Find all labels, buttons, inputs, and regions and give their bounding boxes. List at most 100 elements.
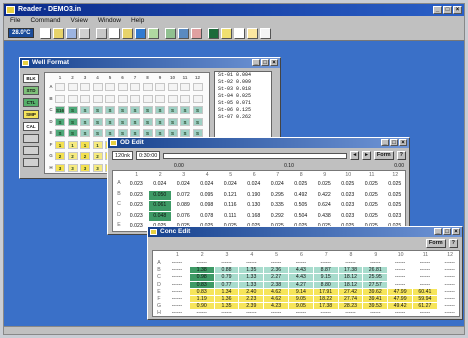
grid-cell[interactable]: ------	[438, 303, 459, 309]
grid-cell[interactable]: ------	[413, 310, 437, 316]
grid-cell[interactable]: ------	[314, 310, 338, 316]
grid-cell[interactable]: ------	[190, 260, 214, 266]
grid-cell[interactable]: 0.078	[196, 212, 219, 222]
plate-well[interactable]: 1	[80, 140, 90, 149]
grid-cell[interactable]: ------	[314, 260, 338, 266]
grid-cell[interactable]: 1.19	[189, 296, 214, 303]
grid-cell[interactable]: 9.14	[289, 288, 313, 295]
plate-well[interactable]: S	[142, 129, 153, 137]
grid-cell[interactable]: ------	[438, 310, 459, 316]
grid-cell[interactable]: 0.025	[384, 180, 406, 190]
plate-well[interactable]: S	[117, 129, 128, 137]
plate-well[interactable]: S	[67, 129, 78, 137]
grid-cell[interactable]: 18.22	[313, 296, 338, 303]
grid-cell[interactable]: 49.42	[388, 303, 412, 310]
maximize-button[interactable]: □	[390, 139, 398, 146]
plate-well[interactable]: 2	[55, 152, 65, 160]
grid-cell[interactable]: 0.023	[125, 212, 148, 222]
grid-cell[interactable]: 0.048	[148, 211, 171, 221]
grid-cell[interactable]: 0.024	[149, 180, 172, 190]
grid-cell[interactable]: 26.81	[363, 267, 388, 274]
menu-item-window[interactable]: Window	[98, 16, 121, 26]
grid-cell[interactable]: 4.62	[264, 288, 288, 295]
grid-cell[interactable]: 0.024	[243, 180, 266, 190]
grid-cell[interactable]: ------	[363, 310, 387, 316]
grid-cell[interactable]: ------	[264, 310, 288, 316]
grid-cell[interactable]: ------	[239, 310, 263, 316]
plate-well[interactable]	[92, 83, 103, 91]
grid-cell[interactable]: 47.99	[388, 288, 412, 295]
grid-cell[interactable]: 27.42	[338, 288, 363, 295]
grid-icon[interactable]	[165, 27, 177, 39]
plate-well[interactable]: S	[142, 106, 153, 114]
grid-cell[interactable]: 1.38	[189, 267, 214, 274]
plate-well[interactable]	[55, 94, 65, 103]
grid-cell[interactable]: 9.05	[289, 303, 313, 310]
plate-well[interactable]	[105, 83, 115, 91]
grid-cell[interactable]: 0.90	[189, 303, 214, 310]
prev-button[interactable]: ◂	[350, 151, 360, 160]
plate-well[interactable]: S	[167, 106, 178, 114]
grid-cell[interactable]: 8.87	[313, 267, 338, 274]
well-type-button[interactable]	[23, 134, 39, 143]
plate-well[interactable]: S	[92, 129, 103, 137]
new-icon[interactable]	[40, 27, 52, 39]
plate-well[interactable]: S	[155, 106, 165, 114]
well-type-button[interactable]: STD	[23, 86, 39, 95]
grid-cell[interactable]: 0.121	[219, 191, 242, 201]
plate-well[interactable]: 3	[92, 163, 103, 172]
well-type-button[interactable]: CAL	[23, 122, 39, 131]
plate-well[interactable]: S	[130, 106, 140, 114]
plate-well[interactable]	[80, 83, 90, 91]
close-button[interactable]: ×	[452, 228, 460, 235]
grid-cell[interactable]: ------	[239, 260, 263, 266]
grid-cell[interactable]: 0.79	[214, 274, 239, 281]
plate-well[interactable]	[67, 94, 78, 103]
grid-cell[interactable]: ------	[438, 289, 459, 295]
plate-well[interactable]: 3	[67, 163, 78, 172]
plate-well[interactable]	[80, 94, 90, 103]
grid-cell[interactable]: ------	[165, 282, 189, 288]
plate-well[interactable]	[130, 83, 140, 91]
info-icon[interactable]	[247, 27, 259, 39]
grid-cell[interactable]: 0.504	[290, 212, 313, 222]
grid-cell[interactable]: ------	[438, 267, 459, 273]
grid-cell[interactable]: ------	[388, 274, 412, 280]
help-icon[interactable]	[234, 27, 246, 39]
cut-icon[interactable]	[96, 27, 108, 39]
grid-cell[interactable]: ------	[165, 267, 189, 273]
plate-well[interactable]: S	[180, 129, 190, 137]
calc-icon[interactable]	[221, 27, 233, 39]
grid-cell[interactable]: 0.072	[172, 191, 195, 201]
grid-cell[interactable]: ------	[413, 260, 437, 266]
plate-well[interactable]: 3	[55, 163, 65, 172]
plate-well[interactable]: S	[192, 129, 203, 137]
grid-cell[interactable]: 0.624	[313, 201, 336, 211]
open-icon[interactable]	[53, 27, 65, 39]
grid-cell[interactable]: 27.74	[338, 296, 363, 303]
grid-cell[interactable]: 1.33	[239, 274, 264, 281]
grid-cell[interactable]: 2.36	[264, 267, 288, 274]
grid-cell[interactable]: ------	[165, 289, 189, 295]
close-button[interactable]: ×	[453, 6, 462, 14]
grid-cell[interactable]: 17.38	[313, 303, 338, 310]
minimize-button[interactable]: _	[381, 139, 389, 146]
well-type-button[interactable]	[23, 146, 39, 155]
grid-cell[interactable]: 39.53	[363, 303, 388, 310]
print-icon[interactable]	[79, 27, 91, 39]
maximize-button[interactable]: □	[261, 59, 269, 66]
help-button[interactable]: ?	[448, 239, 458, 248]
plate-well[interactable]: 3	[80, 163, 90, 172]
plate-well[interactable]: S	[180, 117, 190, 126]
wavelength-field[interactable]: 120nk	[112, 151, 133, 160]
plate-well[interactable]: S	[142, 117, 153, 126]
grid-cell[interactable]: 0.492	[290, 191, 313, 201]
grid-cell[interactable]: 1.33	[239, 281, 264, 288]
plate-well[interactable]: S	[105, 129, 115, 137]
plate-well[interactable]: S16	[55, 106, 65, 114]
grid-cell[interactable]: 2.39	[239, 303, 264, 310]
grid-cell[interactable]: ------	[339, 260, 363, 266]
grid-cell[interactable]: 1.35	[239, 267, 264, 274]
plate-well[interactable]: S	[130, 117, 140, 126]
grid-cell[interactable]: 0.025	[313, 180, 336, 190]
